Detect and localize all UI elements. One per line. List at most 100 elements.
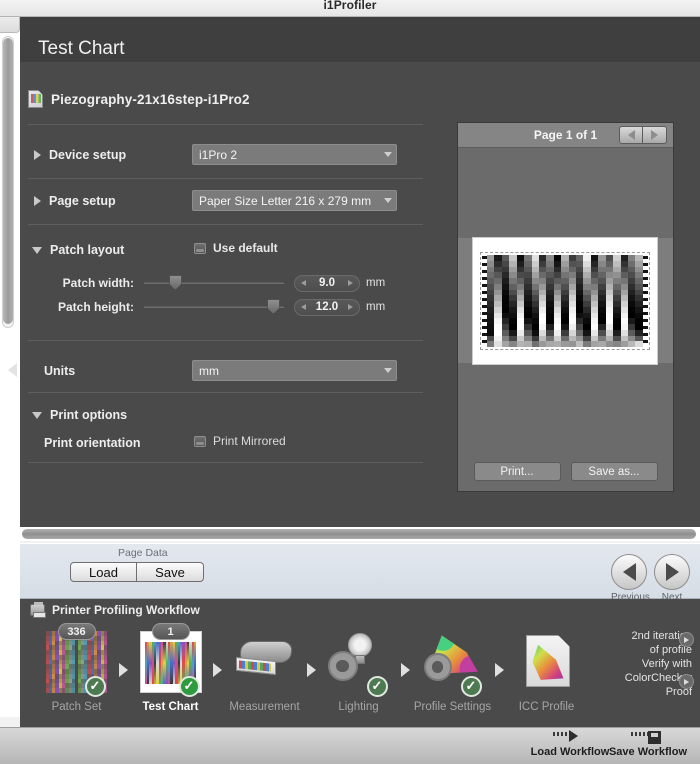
- load-workflow-icon: [553, 730, 587, 745]
- note-action-button-2[interactable]: [679, 674, 694, 689]
- app-title: i1Profiler: [323, 0, 377, 12]
- patch-height-slider-handle[interactable]: [266, 299, 280, 314]
- panel-collapse-handle-icon[interactable]: [8, 363, 17, 377]
- test-chart-icon: 1 ✓: [139, 623, 202, 697]
- print-orientation-row: Print orientation: [44, 432, 141, 454]
- status-bar: Load Workflow Save Workflow: [0, 727, 700, 764]
- save-page-data-button[interactable]: Save: [137, 562, 204, 582]
- chevron-down-icon[interactable]: [32, 411, 42, 419]
- patch-height-stepper[interactable]: 12.0: [294, 298, 360, 316]
- chart-patch: [613, 341, 621, 347]
- save-workflow-button[interactable]: Save Workflow: [600, 730, 696, 758]
- patch-width-slider-handle[interactable]: [168, 275, 182, 290]
- vertical-scrollbar-thumb[interactable]: [3, 38, 13, 324]
- patch-layout-row[interactable]: Patch layout: [32, 239, 124, 261]
- print-mirrored-checkbox[interactable]: Print Mirrored: [194, 434, 286, 448]
- triangle-right-icon: [651, 130, 658, 140]
- circle-arrow-left-icon: [611, 554, 647, 590]
- chart-column: [509, 255, 517, 347]
- patch-width-slider[interactable]: [144, 275, 284, 290]
- divider: [28, 392, 423, 393]
- chart-patch: [561, 341, 569, 347]
- chart-patch: [501, 341, 510, 347]
- registration-marks-right: [643, 256, 648, 346]
- stepper-decrement-icon[interactable]: [301, 304, 306, 310]
- print-options-row[interactable]: Print options: [32, 404, 127, 426]
- circle-arrow-right-icon: [654, 554, 690, 590]
- save-as-button[interactable]: Save as...: [570, 462, 658, 481]
- horizontal-scrollbar-thumb[interactable]: [22, 529, 696, 539]
- patch-height-value: 12.0: [315, 301, 339, 313]
- stepper-increment-icon[interactable]: [348, 304, 353, 310]
- main-panel: Test Chart Piezography-21x16step-i1Pro2 …: [20, 17, 700, 535]
- load-page-data-button[interactable]: Load: [70, 562, 137, 582]
- page-setup-row[interactable]: Page setup: [34, 190, 116, 212]
- panel-header: Test Chart: [20, 17, 700, 62]
- patch-height-label: Patch height:: [57, 300, 134, 314]
- chevron-right-icon[interactable]: [34, 150, 41, 160]
- triangle-right-icon: [119, 663, 128, 677]
- content-area: Piezography-21x16step-i1Pro2 Device setu…: [20, 62, 700, 535]
- checkmark-icon: ✓: [366, 676, 388, 697]
- device-setup-row[interactable]: Device setup: [34, 144, 126, 166]
- patch-width-stepper[interactable]: 9.0: [294, 274, 360, 292]
- workflow-step-test-chart[interactable]: 1 ✓ Test Chart: [128, 621, 213, 713]
- chart-column: [553, 255, 562, 347]
- gamut-gear-icon: ✓: [422, 631, 484, 697]
- chart-paper[interactable]: [472, 237, 658, 365]
- checkbox-box[interactable]: [194, 435, 206, 447]
- device-setup-select[interactable]: i1Pro 2: [192, 144, 397, 165]
- note-action-button-1[interactable]: [679, 632, 694, 647]
- workflow-step-lighting[interactable]: ✓ Lighting: [316, 621, 401, 713]
- triangle-right-icon: [213, 663, 222, 677]
- print-button[interactable]: Print...: [473, 462, 561, 481]
- patch-height-unit: mm: [366, 301, 386, 313]
- chevron-right-icon[interactable]: [34, 196, 41, 206]
- chevron-down-icon: [384, 198, 392, 203]
- chart-column: [605, 255, 614, 347]
- preview-next-page-button[interactable]: [643, 126, 667, 144]
- triangle-left-icon: [627, 130, 635, 140]
- checkmark-icon: ✓: [460, 676, 482, 697]
- left-rail-corner: [0, 17, 20, 33]
- checkbox-box[interactable]: [194, 242, 206, 254]
- page-data-buttons: Load Save: [70, 562, 204, 582]
- chart-patch: [583, 341, 591, 347]
- chart-column: [531, 255, 539, 347]
- chart-patch: [524, 341, 532, 347]
- chart-patch: [598, 341, 606, 347]
- triangle-right-icon: [401, 663, 410, 677]
- page-setup-select[interactable]: Paper Size Letter 216 x 279 mm: [192, 190, 397, 211]
- previous-step-button[interactable]: Previous: [611, 554, 650, 603]
- chevron-down-icon: [384, 368, 392, 373]
- chart-patch: [494, 341, 502, 347]
- stepper-decrement-icon[interactable]: [301, 280, 306, 286]
- stepper-increment-icon[interactable]: [348, 280, 353, 286]
- chart-patch: [546, 341, 554, 347]
- save-workflow-label: Save Workflow: [608, 746, 688, 758]
- patch-height-row: Patch height: 12.0 mm: [34, 298, 385, 316]
- workflow-step-icc-profile[interactable]: ICC Profile: [504, 621, 589, 713]
- workflow-title: Printer Profiling Workflow: [52, 603, 200, 617]
- chart-patch: [487, 341, 495, 347]
- units-select[interactable]: mm: [192, 360, 397, 381]
- printer-measure-icon: [234, 631, 296, 693]
- workflow-step-measurement[interactable]: Measurement: [222, 621, 307, 713]
- triangle-right-icon: [495, 663, 504, 677]
- print-options-label: Print options: [50, 408, 128, 422]
- workflow-step-patch-set[interactable]: 336 ✓ Patch Set: [34, 621, 119, 713]
- chart-column: [583, 255, 591, 347]
- patch-height-slider[interactable]: [144, 299, 284, 314]
- preview-prev-page-button[interactable]: [619, 126, 643, 144]
- chart-patch: [509, 341, 517, 347]
- workflow-step-profile-settings[interactable]: ✓ Profile Settings: [410, 621, 495, 713]
- print-mirrored-label: Print Mirrored: [213, 434, 286, 448]
- chart-patch: [635, 341, 643, 347]
- chart-patch: [516, 341, 525, 347]
- next-step-button[interactable]: Next: [654, 554, 690, 603]
- note-line: Proof: [665, 686, 692, 698]
- chart-patch: [553, 341, 562, 347]
- chart-column: [613, 255, 621, 347]
- use-default-checkbox[interactable]: Use default: [194, 241, 278, 255]
- chevron-down-icon[interactable]: [32, 246, 42, 254]
